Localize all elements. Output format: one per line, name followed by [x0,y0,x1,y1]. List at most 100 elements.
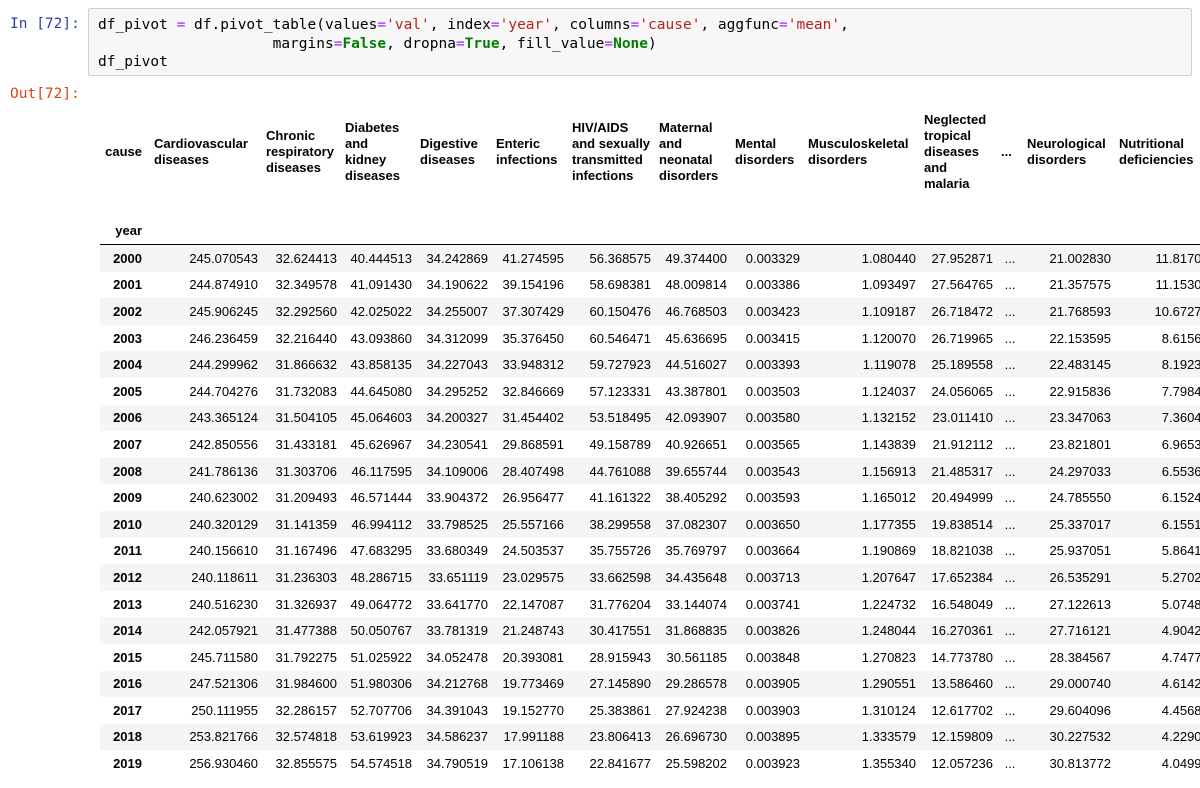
table-cell: 5.270271 [1161,569,1200,585]
table-cell: 26.719965 [931,330,993,346]
table-cell: 1.333579 [861,729,916,745]
table-cell: 20.393081 [502,649,564,665]
table-cell: 29.000740 [1049,676,1111,692]
table-cell: 1.177355 [861,516,916,532]
table-cell: 17.991188 [503,729,565,745]
table-cell: 240.156610 [189,543,258,559]
table-cell: 28.384567 [1049,649,1111,665]
table-cell: 240.623002 [189,490,258,506]
column-header: Musculoskeletal disorders [808,136,909,167]
table-cell: 250.111955 [191,702,258,718]
table-cell: 0.003848 [745,649,800,665]
table-cell: 0.003713 [745,569,800,585]
table-cell: 47.683295 [350,543,412,559]
table-cell: 45.626967 [350,436,412,452]
table-cell: 253.821766 [189,729,258,745]
table-cell: 27.716121 [1049,623,1111,639]
table-cell: 40.444513 [350,250,412,266]
table-cell: 21.248743 [502,623,564,639]
columns-name-label: cause [105,144,142,159]
table-cell: 50.050767 [350,623,412,639]
table-cell: 49.158789 [589,436,651,452]
table-cell: 26.956477 [502,490,564,506]
ellipsis-cell: ... [1004,490,1016,506]
index-header-spacer [150,208,262,245]
table-cell: 41.274595 [502,250,564,266]
table-cell: 1.143839 [861,436,916,452]
table-cell: 6.152468 [1161,490,1200,506]
table-cell: 240.320129 [189,516,258,532]
table-cell: 25.383861 [589,702,651,718]
table-cell: 1.093497 [861,277,916,293]
ellipsis-cell: ... [1004,303,1016,319]
table-row: 2011 240.156610 31.167496 47.683295 33.68034… [100,538,1200,565]
table-cell: 44.516027 [665,357,727,373]
table-cell: 33.680349 [426,543,488,559]
table-cell: 31.868835 [665,623,727,639]
column-header: Cardiovascular diseases [154,136,248,167]
table-cell: 0.003593 [745,490,800,506]
ellipsis-cell: ... [1004,436,1016,452]
table-cell: 33.641770 [426,596,488,612]
index-name-label: year [100,208,150,245]
table-cell: 1.310124 [861,702,916,718]
table-cell: 240.516230 [189,596,258,612]
table-cell: 12.159809 [931,729,993,745]
table-cell: 31.167496 [275,543,337,559]
table-cell: 34.212768 [426,676,488,692]
ellipsis-cell: ... [1004,516,1016,532]
table-row: 2005 244.704276 31.732083 44.645080 34.29525… [100,378,1200,405]
table-cell: 35.376450 [502,330,564,346]
table-cell: 32.292560 [275,303,337,319]
output-area[interactable]: cause Cardiovascular diseases Chronic res… [100,96,1200,788]
index-header-spacer [416,208,492,245]
index-header-spacer [1115,208,1200,245]
index-header-spacer [492,208,568,245]
table-cell: 31.504105 [275,410,337,426]
table-cell: 37.307429 [502,303,564,319]
table-cell: 0.003664 [745,543,800,559]
table-cell: 28.915943 [589,649,651,665]
table-row: 2009 240.623002 31.209493 46.571444 33.90437… [100,484,1200,511]
table-cell: 25.189558 [931,357,993,373]
table-cell: 23.347063 [1049,410,1111,426]
index-header-spacer [655,208,731,245]
table-cell: 4.049968 [1161,756,1200,772]
table-cell: 43.387801 [665,383,727,399]
code-cell-editor[interactable]: df_pivot = df.pivot_table(values='val', … [88,8,1192,76]
table-cell: 49.374400 [665,250,727,266]
table-cell: 32.846669 [502,383,564,399]
table-cell: 22.841677 [589,756,651,772]
table-cell: 18.821038 [931,543,993,559]
table-cell: 241.786136 [189,463,258,479]
table-cell: 0.003386 [745,277,800,293]
table-cell: 4.747701 [1161,649,1200,665]
table-cell: 34.200327 [426,410,488,426]
index-header-spacer [262,208,341,245]
table-cell: 12.617702 [931,702,993,718]
row-index-year: 2012 [113,569,142,585]
table-cell: 7.360463 [1161,410,1200,426]
column-header: Chronic respiratory diseases [266,128,334,175]
table-cell: 0.003895 [745,729,800,745]
row-index-year: 2002 [113,303,142,319]
table-cell: 44.761088 [589,463,651,479]
ellipsis-cell: ... [1004,729,1016,745]
table-cell: 33.904372 [426,490,488,506]
row-index-year: 2010 [113,516,142,532]
table-cell: 25.337017 [1049,516,1111,532]
table-cell: 54.574518 [350,756,412,772]
table-cell: 41.091430 [350,277,412,293]
table-cell: 0.003580 [745,410,800,426]
table-cell: 19.838514 [931,516,993,532]
table-cell: 29.868591 [502,436,564,452]
table-cell: 21.485317 [931,463,993,479]
table-cell: 1.355340 [861,756,916,772]
table-cell: 46.768503 [665,303,727,319]
table-cell: 51.980306 [350,676,412,692]
table-cell: 28.407498 [502,463,564,479]
table-cell: 34.391043 [426,702,488,718]
table-cell: 1.080440 [861,250,916,266]
table-cell: 1.290551 [861,676,916,692]
table-cell: 247.521306 [189,676,258,692]
